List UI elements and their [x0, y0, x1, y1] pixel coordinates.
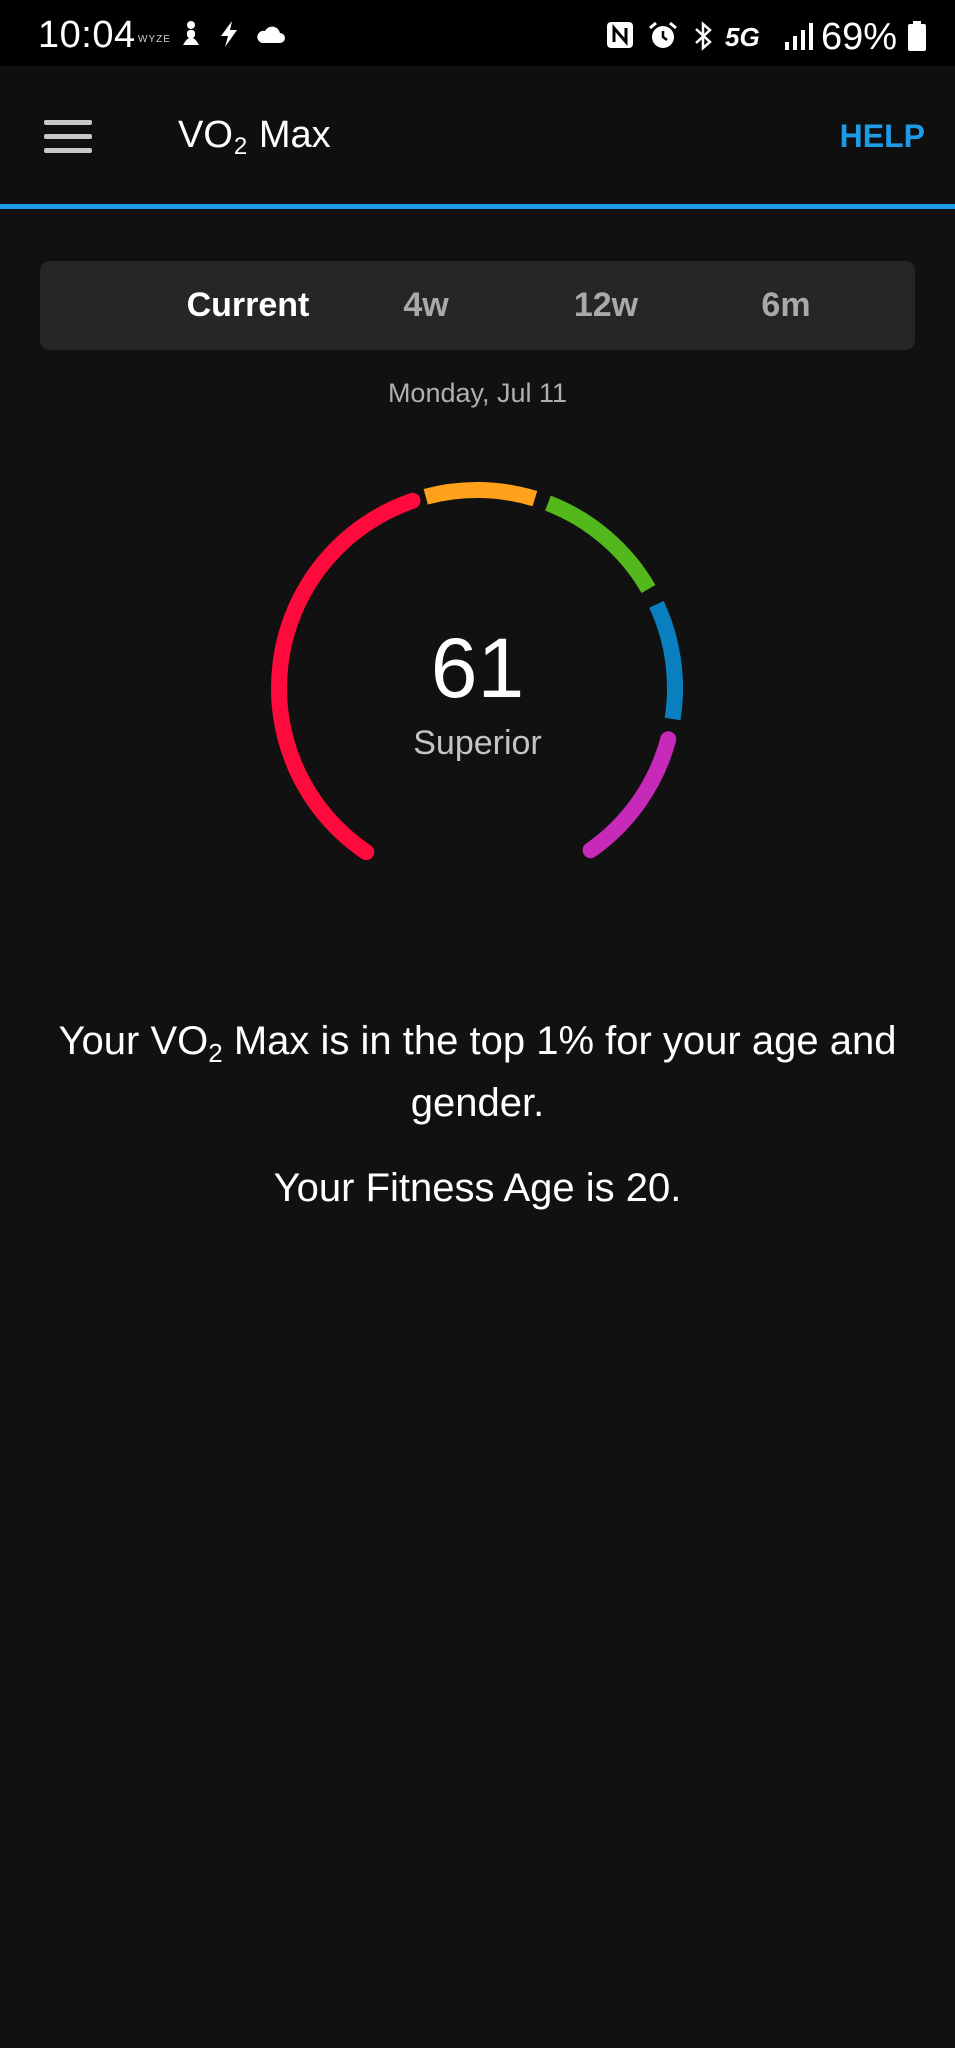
- date-label: Monday, Jul 11: [387, 378, 568, 408]
- 5g-icon: 5G: [725, 22, 760, 52]
- signal-icon: [785, 23, 813, 50]
- vo2-value: 61: [430, 621, 525, 715]
- status-bar: 10:04 WYZE 5G 69%: [0, 0, 955, 66]
- hamburger-menu-icon[interactable]: [44, 120, 92, 156]
- battery-percent: 69%: [820, 16, 897, 58]
- bluetooth-icon: [695, 21, 712, 51]
- tab-6m[interactable]: 6m: [706, 261, 866, 350]
- status-left-icons: [178, 20, 286, 48]
- wyze-icon: WYZE: [138, 34, 171, 45]
- period-tabs: Current 4w 12w 6m: [40, 261, 915, 350]
- figure-icon: [183, 21, 199, 45]
- percentile-message: Your VO2 Max is in the top 1% for your a…: [58, 1019, 897, 1125]
- tab-12w[interactable]: 12w: [526, 261, 686, 350]
- app-bar-divider: [0, 204, 955, 209]
- help-button[interactable]: HELP: [840, 118, 925, 155]
- page-title: VO2 Max: [178, 114, 331, 160]
- status-time: 10:04: [38, 14, 136, 56]
- bolt-icon: [221, 21, 237, 47]
- nfc-icon: [607, 22, 633, 48]
- vo2-category: Superior: [413, 724, 542, 762]
- fitness-age-message: Your Fitness Age is 20.: [273, 1166, 682, 1210]
- tab-current[interactable]: Current: [140, 261, 356, 350]
- status-right-icons: 5G 69%: [575, 16, 955, 58]
- gauge-segment-green: [545, 495, 656, 594]
- tab-4w[interactable]: 4w: [346, 261, 506, 350]
- battery-icon: [908, 21, 926, 51]
- cloud-icon: [257, 26, 285, 43]
- app-bar: VO2 Max HELP: [0, 66, 955, 204]
- alarm-icon: [649, 21, 677, 48]
- gauge-segment-orange: [423, 482, 538, 507]
